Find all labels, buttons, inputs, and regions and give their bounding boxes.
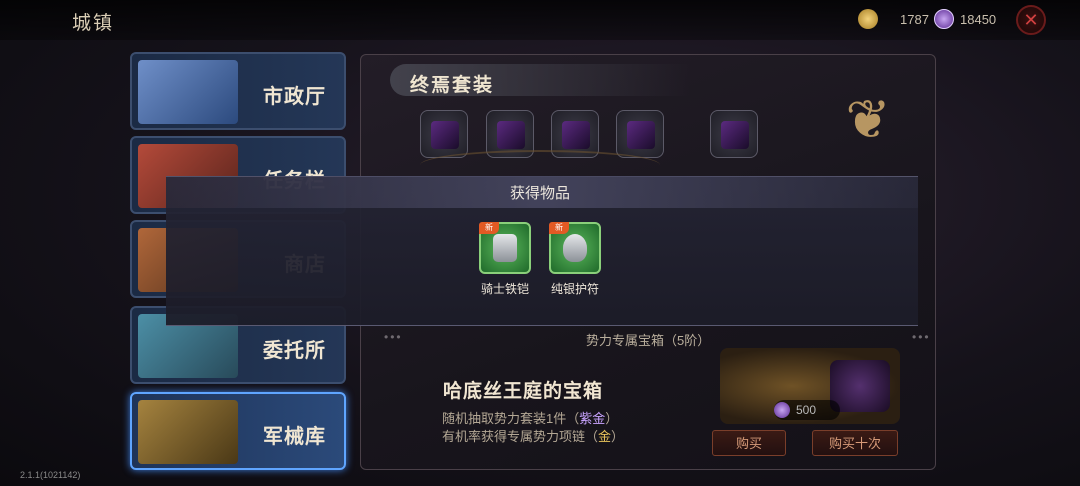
desc-text: ） (611, 429, 625, 444)
reward-popup-title: 获得物品 (509, 185, 570, 202)
divider-dots-right: ••• (912, 330, 931, 344)
gold-coin-icon (858, 9, 878, 29)
sidebar-item-armory[interactable]: 军械库 (130, 392, 346, 470)
set-title: 终焉套装 (410, 75, 495, 96)
set-slot-boots[interactable] (616, 110, 664, 158)
version-label: 2.1.1(1021142) (20, 470, 81, 480)
desc-text: 有机率获得专属势力项链（ (442, 429, 599, 444)
price-value: 500 (796, 403, 817, 417)
desc-highlight: 紫金 (579, 411, 606, 426)
chest-desc-line-2: 有机率获得专属势力项链（金） (442, 426, 624, 445)
gem-icon (934, 9, 954, 29)
necklace-icon (721, 121, 749, 149)
gold-amount: 1787 (900, 11, 929, 27)
new-badge: 新 (479, 222, 499, 234)
sidebar-item-label: 军械库 (263, 426, 326, 448)
leggings-icon (562, 121, 590, 149)
desc-text: ） (605, 411, 619, 426)
knight-armor-icon (493, 234, 517, 262)
page-title: 城镇 (72, 13, 115, 34)
gem-currency: 18450 (934, 9, 996, 29)
town-hall-icon (138, 60, 238, 124)
chest-desc-line-1: 随机抽取势力套装1件（紫金） (442, 408, 618, 427)
chest-name: 哈底丝王庭的宝箱 (443, 381, 604, 402)
chest-subtitle: 势力专属宝箱（5阶） (586, 333, 711, 348)
desc-text: 随机抽取势力套装1件（ (442, 411, 580, 426)
reward-item-label: 骑士铁铠 (480, 282, 529, 296)
gem-icon (774, 402, 790, 418)
buy-ten-button[interactable]: 购买十次 (812, 430, 898, 456)
gem-amount: 18450 (960, 11, 997, 27)
helmet-icon (431, 121, 459, 149)
silver-amulet-icon (563, 234, 587, 262)
buy-button[interactable]: 购买 (712, 430, 786, 456)
sidebar-item-label: 委托所 (263, 340, 326, 362)
chest-price: 500 (774, 400, 840, 420)
new-badge: 新 (549, 222, 569, 234)
phoenix-emblem-icon: ❦ (845, 90, 891, 150)
set-slot-necklace[interactable] (710, 110, 758, 158)
chest-image-secondary (830, 360, 890, 412)
gold-currency: 1787 (858, 9, 929, 29)
reward-item-silver-amulet[interactable]: 新 (549, 222, 601, 274)
reward-item-knight-armor[interactable]: 新 (479, 222, 531, 274)
sidebar-item-label: 市政厅 (263, 86, 326, 108)
boots-icon (627, 121, 655, 149)
desc-highlight: 金 (598, 429, 612, 444)
set-slot-helmet[interactable] (420, 110, 468, 158)
armory-icon (138, 400, 238, 464)
sidebar-item-town-hall[interactable]: 市政厅 (130, 52, 346, 130)
close-icon: ✕ (1023, 10, 1039, 30)
divider-dots-left: ••• (384, 330, 403, 344)
reward-item-label: 纯银护符 (550, 282, 599, 296)
close-button[interactable]: ✕ (1016, 5, 1046, 35)
armor-icon (497, 121, 525, 149)
